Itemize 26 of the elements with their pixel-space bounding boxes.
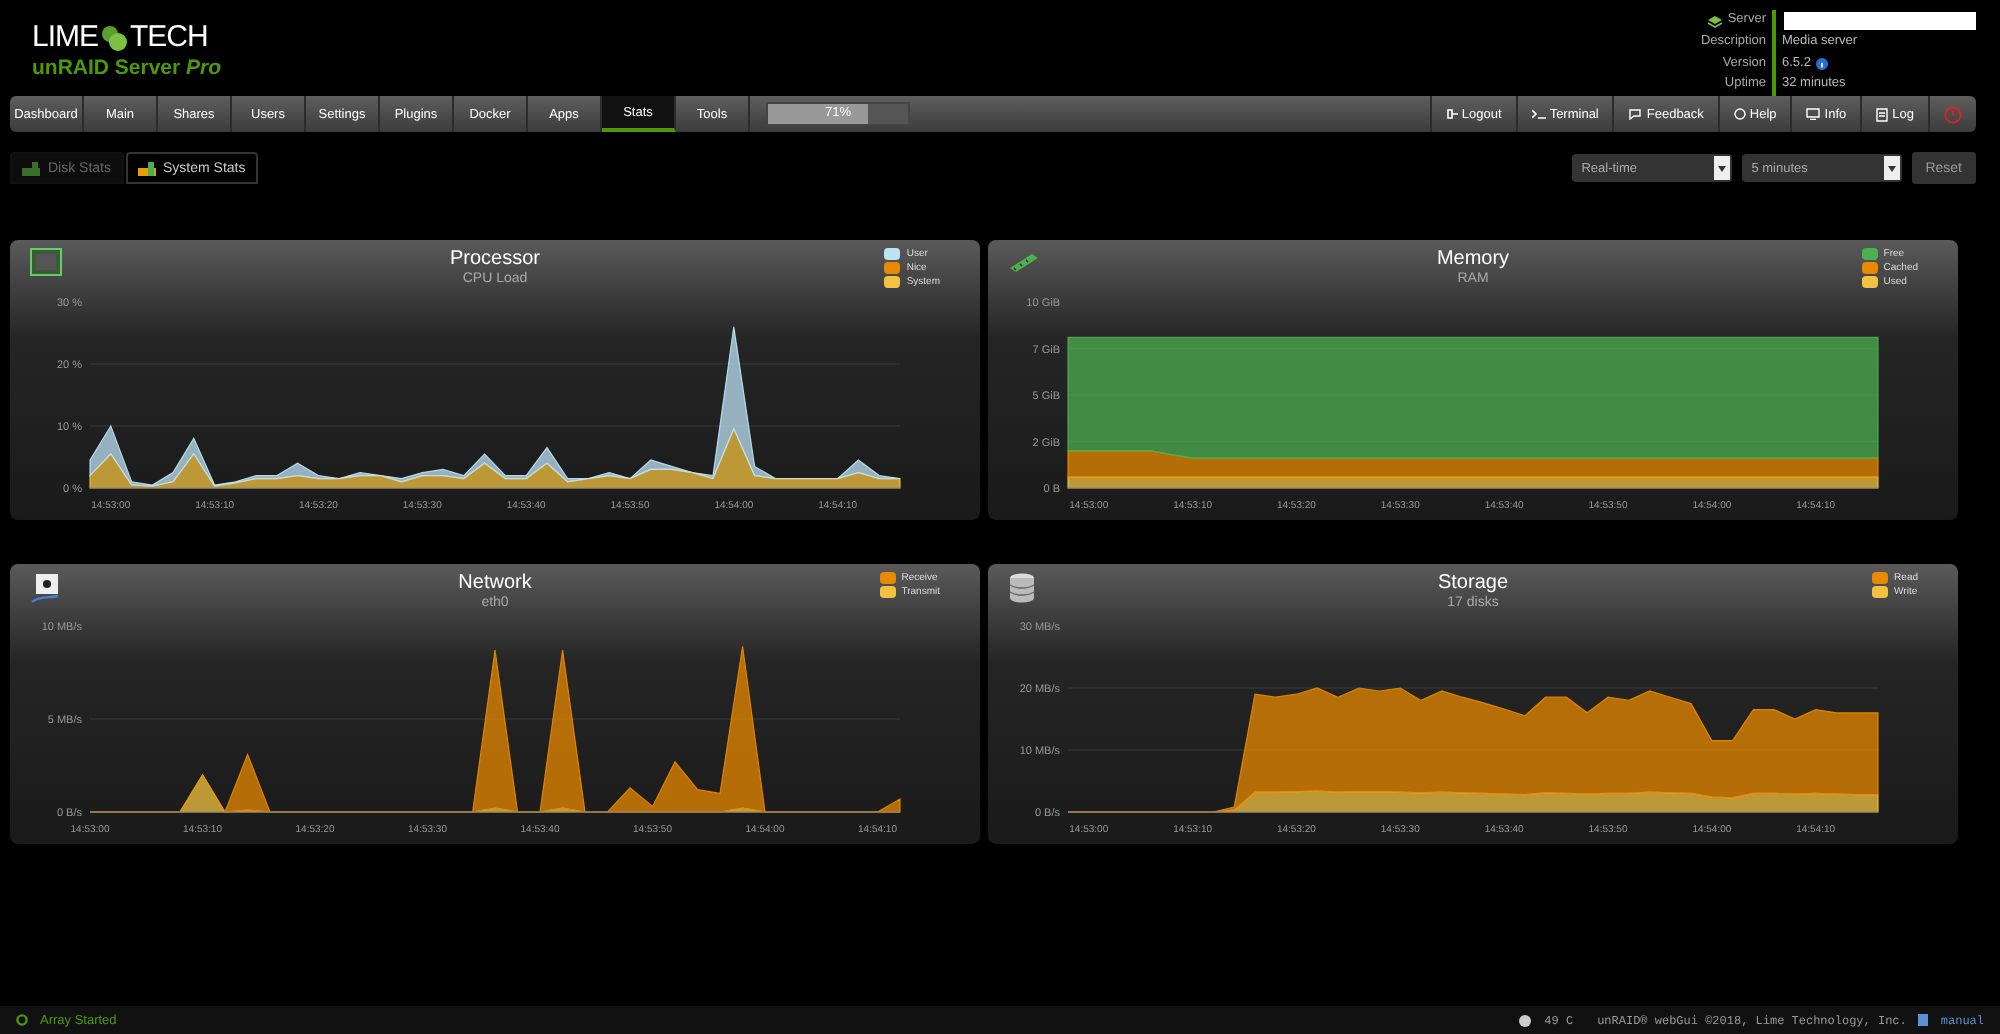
panel-title: Processor <box>449 248 540 270</box>
document-icon <box>1876 107 1889 121</box>
server-name-field[interactable] <box>1784 12 1976 31</box>
caret-icon <box>1717 165 1726 171</box>
storage-icon <box>1008 572 1036 604</box>
lime-icon <box>100 23 129 51</box>
chip-icon <box>30 248 62 276</box>
speech-bubble-icon <box>1628 108 1643 120</box>
product-name: unRAID Server Pro <box>32 56 222 80</box>
caret-icon <box>1887 165 1896 171</box>
network-icon <box>30 572 62 604</box>
chart-icon <box>22 161 40 175</box>
panel-title: Network <box>458 572 532 594</box>
logo-text: TECH <box>130 20 208 54</box>
logo-text: LIME <box>32 20 99 54</box>
monitor-icon <box>1806 108 1821 120</box>
panel-title: Storage <box>1437 572 1509 594</box>
server-icon <box>1707 15 1722 28</box>
terminal-icon <box>1531 108 1546 120</box>
memory-module-icon <box>1008 250 1040 274</box>
panel-title: Memory <box>1436 248 1510 270</box>
logout-icon <box>1445 108 1458 120</box>
status-icon <box>16 1014 28 1026</box>
info-icon[interactable] <box>1816 58 1829 71</box>
chart-icon <box>137 161 156 175</box>
power-icon <box>1944 105 1962 123</box>
